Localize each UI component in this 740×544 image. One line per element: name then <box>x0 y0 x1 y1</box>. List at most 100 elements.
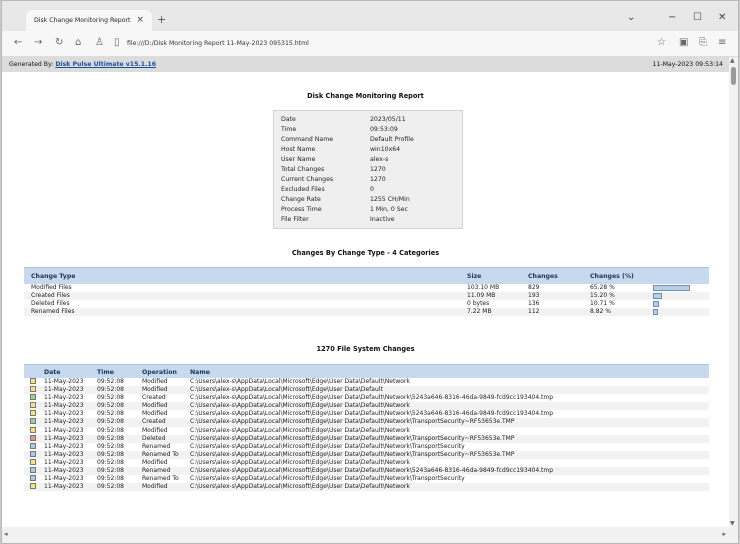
tab-title: Disk Change Monitoring Report <box>34 17 131 24</box>
changes-cell: 193 <box>528 292 540 299</box>
favorites-bar-icon[interactable]: ≡ <box>718 38 726 48</box>
col-changes: Changes <box>528 273 558 280</box>
operation-color-icon <box>30 467 36 474</box>
name-cell: C:\Users\alex-s\AppData\Local\Microsoft\… <box>190 402 410 410</box>
new-tab-icon[interactable]: + <box>157 13 166 26</box>
summary-row: Current Changes 1270 <box>274 176 464 184</box>
profile-icon[interactable]: ♙ <box>95 38 104 48</box>
summary-label: Time <box>281 126 297 133</box>
fs-change-row: 11-May-2023 09:52:08 Renamed To C:\Users\al… <box>24 450 709 459</box>
browser-tab[interactable]: Disk Change Monitoring Report × <box>26 10 152 31</box>
name-cell: C:\Users\alex-s\AppData\Local\Microsoft\… <box>190 442 465 450</box>
date-cell: 11-May-2023 <box>44 475 84 483</box>
change-type-cell: Deleted Files <box>31 300 70 307</box>
summary-label: Total Changes <box>281 166 325 173</box>
col-change-type: Change Type <box>31 273 76 280</box>
summary-value: 1 Min, 0 Sec <box>370 206 408 213</box>
fs-change-row: 11-May-2023 09:52:08 Modified C:\Users\alex… <box>24 386 709 395</box>
operation-cell: Renamed To <box>142 450 179 458</box>
home-icon[interactable]: ⌂ <box>75 38 81 48</box>
date-cell: 11-May-2023 <box>44 418 84 426</box>
col-time: Time <box>97 369 114 376</box>
report-title: Disk Change Monitoring Report <box>307 92 424 100</box>
name-cell: C:\Users\alex-s\AppData\Local\Microsoft\… <box>190 467 554 475</box>
operation-color-icon <box>30 483 36 490</box>
size-cell: 0 bytes <box>467 300 490 307</box>
summary-row: Date 2023/05/11 <box>274 116 464 124</box>
col-changes-percent: Changes (%) <box>590 273 634 280</box>
scroll-left-icon[interactable]: ◂ <box>4 530 8 538</box>
fs-change-row: 11-May-2023 09:52:08 Modified C:\Users\alex… <box>24 458 709 467</box>
summary-label: Host Name <box>281 146 316 153</box>
name-cell: C:\Users\alex-s\AppData\Local\Microsoft\… <box>190 394 554 402</box>
scroll-down-icon[interactable]: ▼ <box>730 520 735 527</box>
date-cell: 11-May-2023 <box>44 386 84 394</box>
percent-bar <box>653 293 662 299</box>
fs-change-row: 11-May-2023 09:52:08 Modified C:\Users\alex… <box>24 483 709 492</box>
name-cell: C:\Users\alex-s\AppData\Local\Microsoft\… <box>190 458 410 466</box>
change-type-row: Renamed Files 7.22 MB 112 8.82 % <box>24 308 709 316</box>
date-cell: 11-May-2023 <box>44 426 84 434</box>
vertical-scrollbar[interactable]: ▲ ▼ <box>729 57 738 527</box>
page-icon: ▯ <box>114 37 120 48</box>
summary-label: File Filter <box>281 216 309 223</box>
address-bar[interactable]: file:///D:/Disk Monitoring Report 11-May… <box>127 40 309 47</box>
reload-icon[interactable]: ↻ <box>55 38 63 48</box>
operation-cell: Created <box>142 418 166 426</box>
favorite-icon[interactable]: ☆ <box>657 38 666 48</box>
operation-color-icon <box>30 475 36 482</box>
operation-cell: Modified <box>142 426 168 434</box>
scroll-thumb[interactable] <box>731 67 736 85</box>
time-cell: 09:52:08 <box>97 426 124 434</box>
operation-cell: Modified <box>142 458 168 466</box>
change-type-row: Modified Files 103.10 MB 829 65.28 % <box>24 284 709 292</box>
operation-color-icon <box>30 386 36 393</box>
operation-cell: Modified <box>142 386 168 394</box>
change-types-table: Change Type Size Changes Changes (%) Mod… <box>24 267 709 316</box>
date-cell: 11-May-2023 <box>44 394 84 402</box>
name-cell: C:\Users\alex-s\AppData\Local\Microsoft\… <box>190 434 515 442</box>
tab-list-chevron-icon[interactable]: ⌄ <box>627 12 635 23</box>
summary-row: User Name alex-s <box>274 156 464 164</box>
scroll-up-icon[interactable]: ▲ <box>730 57 735 64</box>
extensions-icon[interactable]: ⎘ <box>699 38 707 48</box>
size-cell: 103.10 MB <box>467 284 500 291</box>
col-date: Date <box>44 369 61 376</box>
date-cell: 11-May-2023 <box>44 378 84 385</box>
browser-toolbar: ← → ↻ ⌂ ♙ ▯ file:///D:/Disk Monitoring R… <box>2 31 738 57</box>
time-cell: 09:52:08 <box>97 467 124 475</box>
name-cell: C:\Users\alex-s\AppData\Local\Microsoft\… <box>190 410 554 418</box>
back-icon[interactable]: ← <box>14 38 22 48</box>
summary-row: File Filter Inactive <box>274 216 464 224</box>
operation-color-icon <box>30 442 36 449</box>
change-type-row: Created Files 11.09 MB 193 15.20 % <box>24 292 709 300</box>
summary-row: Change Rate 1255 CH/Min <box>274 196 464 204</box>
close-tab-icon[interactable]: × <box>136 15 144 25</box>
operation-color-icon <box>30 394 36 401</box>
name-cell: C:\Users\alex-s\AppData\Local\Microsoft\… <box>190 418 515 426</box>
date-cell: 11-May-2023 <box>44 467 84 475</box>
operation-color-icon <box>30 410 36 417</box>
collections-icon[interactable]: ▣ <box>679 38 688 48</box>
summary-row: Time 09:53:09 <box>274 126 464 134</box>
changes-cell: 136 <box>528 300 540 307</box>
minimize-icon[interactable]: − <box>668 12 676 23</box>
horizontal-scrollbar[interactable]: ◂ ▸ <box>2 527 738 543</box>
fs-change-row: 11-May-2023 09:52:08 Deleted C:\Users\alex-… <box>24 434 709 443</box>
time-cell: 09:52:08 <box>97 434 124 442</box>
forward-icon[interactable]: → <box>34 38 42 48</box>
scroll-right-icon[interactable]: ▸ <box>722 530 726 538</box>
close-window-icon[interactable]: ✕ <box>718 12 726 23</box>
fs-changes-header: Date Time Operation Name <box>24 364 709 378</box>
percent-cell: 8.82 % <box>590 308 611 315</box>
fs-changes-title: 1270 File System Changes <box>316 345 415 353</box>
summary-label: Excluded Files <box>281 186 325 193</box>
summary-value: 0 <box>370 186 374 193</box>
time-cell: 09:52:08 <box>97 386 124 394</box>
time-cell: 09:52:08 <box>97 378 124 385</box>
maximize-icon[interactable]: ☐ <box>693 12 702 23</box>
date-cell: 11-May-2023 <box>44 442 84 450</box>
change-type-row: Deleted Files 0 bytes 136 10.71 % <box>24 300 709 308</box>
fs-changes-table: Date Time Operation Name 11-May-2023 09:5… <box>24 364 709 492</box>
disk-pulse-link[interactable]: Disk Pulse Ultimate v15.1.16 <box>55 61 156 68</box>
